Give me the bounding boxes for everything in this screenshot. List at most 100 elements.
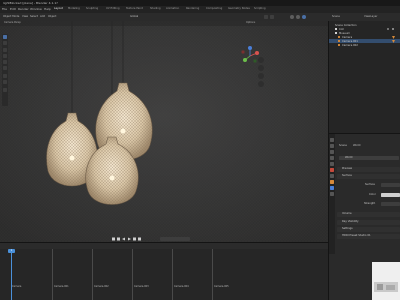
menu-edit[interactable]: Edit bbox=[10, 8, 16, 11]
timeline-header bbox=[0, 243, 328, 249]
preview-panel[interactable]: Preview bbox=[337, 167, 400, 172]
surface-panel-label: Surface bbox=[342, 174, 352, 178]
tab-uv-editing[interactable]: UV Editing bbox=[106, 7, 120, 11]
options-button[interactable]: Options bbox=[246, 21, 255, 24]
timeline-marker-label[interactable]: Camera.001 bbox=[54, 285, 69, 288]
tab-shading[interactable]: Shading bbox=[150, 7, 161, 11]
breadcrumb-scene: Scene bbox=[339, 144, 347, 147]
color-field-label: Color bbox=[369, 193, 376, 196]
view-menu[interactable]: View bbox=[22, 15, 28, 19]
ray-visibility-label: Ray Visibility bbox=[342, 220, 359, 224]
object-tab-icon[interactable] bbox=[330, 180, 334, 184]
collection-icon bbox=[335, 27, 338, 31]
tab-layout[interactable]: Layout bbox=[54, 7, 63, 11]
shading-solid-icon[interactable] bbox=[290, 15, 294, 19]
xray-toggle-icon[interactable] bbox=[270, 15, 274, 19]
timeline-marker-label[interactable]: Camera.002 bbox=[94, 285, 109, 288]
scene-selector[interactable]: Scene bbox=[332, 15, 340, 19]
timeline-marker-line bbox=[212, 249, 213, 300]
measure-tool-icon[interactable] bbox=[3, 80, 7, 84]
cursor-tool-icon[interactable] bbox=[3, 41, 7, 45]
properties-tabs bbox=[329, 134, 335, 254]
move-tool-icon[interactable] bbox=[3, 48, 7, 52]
object-menu[interactable]: Object bbox=[48, 15, 56, 19]
timeline-marker-label[interactable]: Camera.004 bbox=[174, 285, 189, 288]
menu-render[interactable]: Render bbox=[18, 8, 29, 11]
timeline-marker-line bbox=[132, 249, 133, 300]
color-swatch[interactable] bbox=[381, 193, 400, 197]
menu-file[interactable]: File bbox=[2, 8, 7, 11]
tab-sculpting[interactable]: Sculpting bbox=[86, 7, 98, 11]
timeline-marker-line bbox=[52, 249, 53, 300]
tab-geometry-nodes[interactable]: Geometry Nodes bbox=[228, 7, 250, 11]
viewport-subheader: Camera Persp Options bbox=[0, 21, 328, 26]
add-menu[interactable]: Add bbox=[40, 15, 45, 19]
viewport-scene bbox=[0, 13, 328, 242]
ray-visibility-panel[interactable]: Ray Visibility bbox=[337, 220, 400, 225]
world-name-value: World bbox=[345, 155, 353, 159]
tab-modeling[interactable]: Modeling bbox=[68, 7, 80, 11]
orientation-dropdown[interactable]: Global bbox=[130, 15, 138, 19]
view-layer-selector[interactable]: ViewLayer bbox=[364, 15, 377, 19]
preview-panel-label: Preview bbox=[342, 167, 353, 171]
menu-bar: File Edit Render Window Help Layout Mode… bbox=[0, 6, 400, 13]
next-key-icon bbox=[133, 237, 136, 241]
playhead[interactable] bbox=[11, 249, 12, 300]
strength-field[interactable] bbox=[381, 202, 400, 206]
tab-compositing[interactable]: Compositing bbox=[206, 7, 222, 11]
annotate-tool-icon[interactable] bbox=[3, 74, 7, 78]
menu-help[interactable]: Help bbox=[44, 8, 51, 11]
prev-key-icon bbox=[117, 237, 120, 241]
world-tab-icon[interactable] bbox=[330, 168, 334, 172]
current-frame-indicator[interactable]: 1 bbox=[8, 249, 15, 253]
strength-field-label: Strength bbox=[364, 202, 376, 205]
world-name-field[interactable]: World bbox=[339, 156, 399, 160]
jump-end-icon bbox=[138, 237, 141, 241]
physics-tab-icon[interactable] bbox=[330, 192, 334, 196]
tab-scripting[interactable]: Scripting bbox=[254, 7, 266, 11]
timeline-marker-line bbox=[92, 249, 93, 300]
mode-selector[interactable]: Object Mode bbox=[3, 15, 19, 19]
perspective-toggle-icon[interactable] bbox=[258, 81, 264, 87]
scene-tab-icon[interactable] bbox=[330, 162, 334, 166]
output-tab-icon[interactable] bbox=[330, 150, 334, 154]
pan-icon[interactable] bbox=[258, 65, 264, 71]
rotate-tool-icon[interactable] bbox=[3, 54, 7, 58]
tab-texture-paint[interactable]: Texture Paint bbox=[126, 7, 143, 11]
navigation-gizmo-icon[interactable] bbox=[240, 46, 260, 66]
modifier-tab-icon[interactable] bbox=[330, 186, 334, 190]
menu-window[interactable]: Window bbox=[30, 8, 42, 11]
play-icon bbox=[128, 237, 131, 241]
timeline-marker-label[interactable]: Camera.005 bbox=[214, 285, 229, 288]
volume-panel[interactable]: Volume bbox=[337, 212, 400, 217]
select-box-tool-icon[interactable] bbox=[3, 35, 7, 39]
scale-tool-icon[interactable] bbox=[3, 60, 7, 64]
tab-animation[interactable]: Animation bbox=[166, 7, 179, 11]
outliner-row[interactable]: Camera.002 bbox=[329, 43, 400, 47]
add-cube-tool-icon[interactable] bbox=[3, 88, 7, 92]
surface-panel[interactable]: Surface bbox=[337, 174, 400, 179]
zoom-icon[interactable] bbox=[258, 57, 264, 63]
camera-icon bbox=[338, 35, 341, 39]
viewport-display-panel[interactable]: HDRI Preset Studio 01 bbox=[337, 234, 400, 239]
overlay-toggle-icon[interactable] bbox=[264, 15, 268, 19]
timeline-marker-label[interactable]: Camera.003 bbox=[134, 285, 149, 288]
surface-shader-field[interactable] bbox=[381, 183, 400, 187]
timeline[interactable]: Camera Camera.001 Camera.002 Camera.003 … bbox=[0, 242, 328, 300]
view-layer-tab-icon[interactable] bbox=[330, 156, 334, 160]
frame-range-field bbox=[160, 237, 190, 241]
3d-viewport[interactable]: Object Mode View Select Add Object Globa… bbox=[0, 13, 328, 242]
settings-panel-label: Settings bbox=[342, 227, 353, 231]
collection-tab-icon[interactable] bbox=[330, 174, 334, 178]
render-tab-icon[interactable] bbox=[330, 144, 334, 148]
timeline-marker-label[interactable]: Camera bbox=[12, 285, 21, 288]
camera-view-icon[interactable] bbox=[258, 73, 264, 79]
shading-material-icon[interactable] bbox=[296, 15, 300, 19]
shading-rendered-icon[interactable] bbox=[302, 15, 306, 19]
timeline-marker-line bbox=[172, 249, 173, 300]
select-menu[interactable]: Select bbox=[30, 15, 38, 19]
tool-tab-icon[interactable] bbox=[330, 138, 334, 142]
tab-rendering[interactable]: Rendering bbox=[186, 7, 199, 11]
settings-panel[interactable]: Settings bbox=[337, 227, 400, 232]
transform-tool-icon[interactable] bbox=[3, 66, 7, 70]
